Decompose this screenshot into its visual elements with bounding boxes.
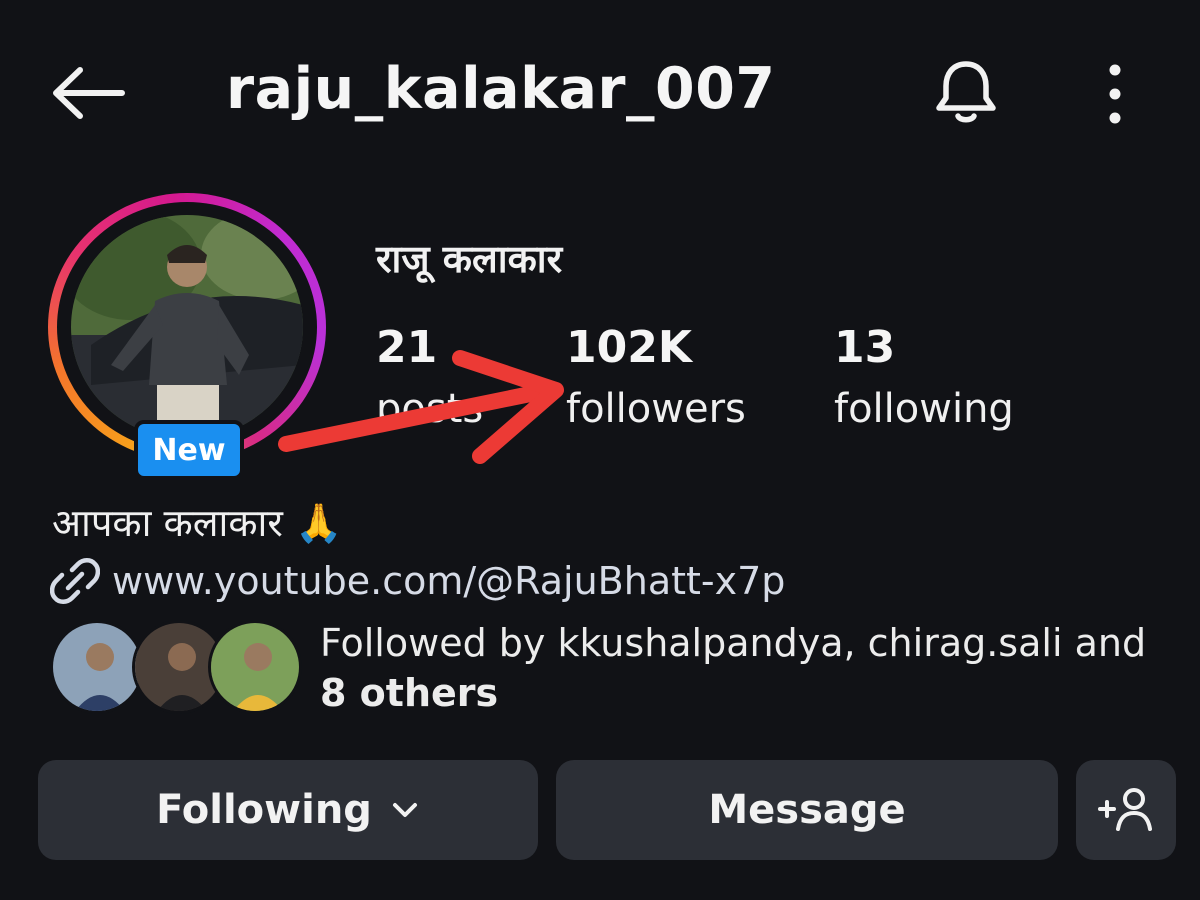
message-button[interactable]: Message xyxy=(556,760,1058,860)
following-button[interactable]: Following xyxy=(38,760,538,860)
mutual-followers-avatars[interactable] xyxy=(50,620,302,716)
followed-by-others: 8 others xyxy=(320,671,499,715)
posts-stat[interactable]: 21 posts xyxy=(376,320,483,436)
more-options-button[interactable] xyxy=(1092,60,1138,128)
followed-by-text[interactable]: Followed by kkushalpandya, chirag.sali a… xyxy=(320,618,1170,718)
profile-username: raju_kalakar_007 xyxy=(226,56,776,122)
more-vertical-icon xyxy=(1109,64,1121,124)
link-text: www.youtube.com/@RajuBhatt-x7p xyxy=(112,559,786,603)
posts-count: 21 xyxy=(376,322,438,373)
following-label: following xyxy=(834,386,1014,432)
followed-by-prefix: Followed by kkushalpandya, chirag.sali a… xyxy=(320,621,1147,665)
following-stat[interactable]: 13 following xyxy=(834,320,1014,436)
notifications-button[interactable] xyxy=(930,56,1002,128)
avatar-photo xyxy=(71,215,303,439)
followers-stat[interactable]: 102K followers xyxy=(566,320,746,436)
followers-label: followers xyxy=(566,386,746,432)
followers-count: 102K xyxy=(566,322,692,373)
arrow-left-icon xyxy=(53,67,125,119)
profile-screen: raju_kalakar_007 New राजू कलाकार 21 post… xyxy=(0,0,1200,900)
posts-label: posts xyxy=(376,386,484,432)
mutual-avatar xyxy=(208,620,302,714)
display-name: राजू कलाकार xyxy=(376,237,563,281)
link-icon xyxy=(50,558,100,604)
profile-link[interactable]: www.youtube.com/@RajuBhatt-x7p xyxy=(50,556,785,606)
mutual-avatar xyxy=(50,620,144,714)
following-count: 13 xyxy=(834,322,896,373)
back-button[interactable] xyxy=(48,62,128,124)
new-badge: New xyxy=(134,420,244,480)
message-button-label: Message xyxy=(708,787,906,833)
top-bar: raju_kalakar_007 xyxy=(0,40,1200,150)
chevron-down-icon xyxy=(392,803,417,817)
suggested-people-button[interactable] xyxy=(1076,760,1176,860)
following-button-label: Following xyxy=(156,787,372,833)
bell-icon xyxy=(936,61,996,123)
bio-text: आपका कलाकार 🙏 xyxy=(52,501,343,545)
add-person-icon xyxy=(1098,788,1152,831)
